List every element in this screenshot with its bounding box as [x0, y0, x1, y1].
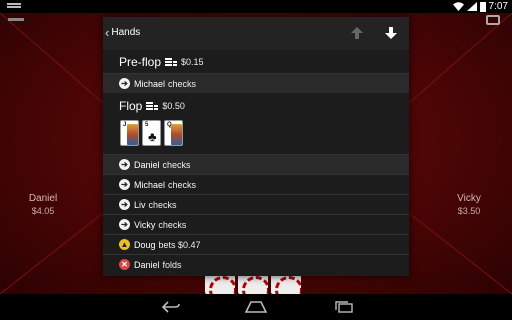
- action-text: checks: [158, 219, 187, 230]
- action-text: checks: [168, 179, 197, 190]
- dialog-header: ‹ Hands: [103, 17, 409, 50]
- action-row: ➔ Michael checks: [103, 174, 409, 194]
- check-icon: ➔: [119, 159, 130, 170]
- action-text: checks: [168, 78, 197, 89]
- player-name-left: Daniel: [28, 193, 58, 204]
- nav-home-icon: [245, 301, 267, 313]
- action-text: folds: [162, 259, 182, 270]
- status-time: 7:07: [488, 1, 508, 12]
- bet-icon: ▲: [119, 239, 130, 250]
- nav-back-button[interactable]: [160, 300, 182, 314]
- card-rank: J: [123, 122, 127, 128]
- action-player: Daniel: [134, 159, 160, 170]
- action-row: ✕ Daniel folds: [103, 254, 409, 274]
- action-player: Michael: [134, 179, 166, 190]
- action-player: Vicky: [134, 219, 156, 230]
- action-player: Liv: [134, 199, 146, 210]
- arrow-down-icon: [385, 27, 397, 39]
- street-preflop: Pre-flop $0.15 ➔ Michael checks: [103, 50, 409, 93]
- chips-icon: [146, 102, 159, 110]
- signal-icon: [466, 2, 477, 11]
- street-header: Pre-flop $0.15: [103, 50, 409, 73]
- card-suit: ♣: [148, 129, 157, 144]
- street-name: Pre-flop: [119, 54, 162, 69]
- system-navigation-bar: [0, 294, 512, 320]
- action-player: Michael: [134, 78, 166, 89]
- card-face-image: [171, 124, 182, 145]
- community-card: [238, 274, 268, 294]
- street-header: Flop $0.50: [103, 96, 409, 116]
- community-card: [271, 274, 301, 294]
- action-text: checks: [162, 159, 191, 170]
- action-row: ➔ Vicky checks: [103, 214, 409, 234]
- pot-amount: $0.15: [181, 56, 204, 67]
- playing-card: 5 ♣: [142, 120, 161, 146]
- playing-card: J: [120, 120, 139, 146]
- back-chevron-icon: ‹: [105, 25, 110, 40]
- nav-recents-icon: [335, 301, 353, 313]
- next-hand-button[interactable]: [383, 25, 399, 41]
- back-button[interactable]: ‹ Hands: [105, 26, 140, 39]
- status-bar: 7:07: [0, 0, 512, 13]
- check-icon: ➔: [119, 219, 130, 230]
- player-name-right: Vicky: [457, 193, 481, 204]
- community-cards: [205, 274, 301, 294]
- check-icon: ➔: [119, 199, 130, 210]
- arrow-up-icon: [351, 27, 363, 39]
- flop-cards: J 5 ♣ Q: [103, 120, 409, 146]
- action-row: ➔ Daniel checks: [103, 154, 409, 174]
- street-flop: Flop $0.50 J 5 ♣ Q ➔ Daniel checks ➔ Mic…: [103, 96, 409, 274]
- pot-amount: $0.50: [162, 101, 185, 111]
- menu-icon[interactable]: [8, 18, 24, 21]
- fold-icon: ✕: [119, 259, 130, 270]
- dialog-title: Hands: [111, 27, 141, 38]
- action-player: Doug: [134, 239, 156, 250]
- action-text: bets $0.47: [158, 239, 201, 250]
- action-text: checks: [148, 199, 177, 210]
- action-row: ▲ Doug bets $0.47: [103, 234, 409, 254]
- battery-icon: [479, 1, 486, 12]
- community-card: [205, 274, 235, 294]
- notification-icon: [7, 3, 21, 10]
- action-player: Daniel: [134, 259, 160, 270]
- player-stack-left: $4.05: [31, 206, 55, 216]
- card-rank: 5: [145, 122, 149, 128]
- chips-icon: [165, 57, 178, 66]
- nav-recents-button[interactable]: [333, 300, 355, 314]
- check-icon: ➔: [119, 78, 130, 89]
- table-options-icon[interactable]: [486, 15, 500, 25]
- card-face-image: [127, 124, 138, 145]
- playing-card: Q: [164, 120, 183, 146]
- check-icon: ➔: [119, 179, 130, 190]
- nav-home-button[interactable]: [245, 300, 267, 314]
- hands-dialog: ‹ Hands Pre-flop $0.15 ➔ Michael checks …: [103, 17, 409, 276]
- street-name: Flop: [119, 99, 143, 113]
- player-stack-right: $3.50: [457, 206, 481, 216]
- wifi-icon: [452, 2, 464, 11]
- action-row: ➔ Liv checks: [103, 194, 409, 214]
- nav-back-icon: [161, 301, 180, 313]
- action-row: ➔ Michael checks: [103, 73, 409, 93]
- previous-hand-button[interactable]: [349, 25, 365, 41]
